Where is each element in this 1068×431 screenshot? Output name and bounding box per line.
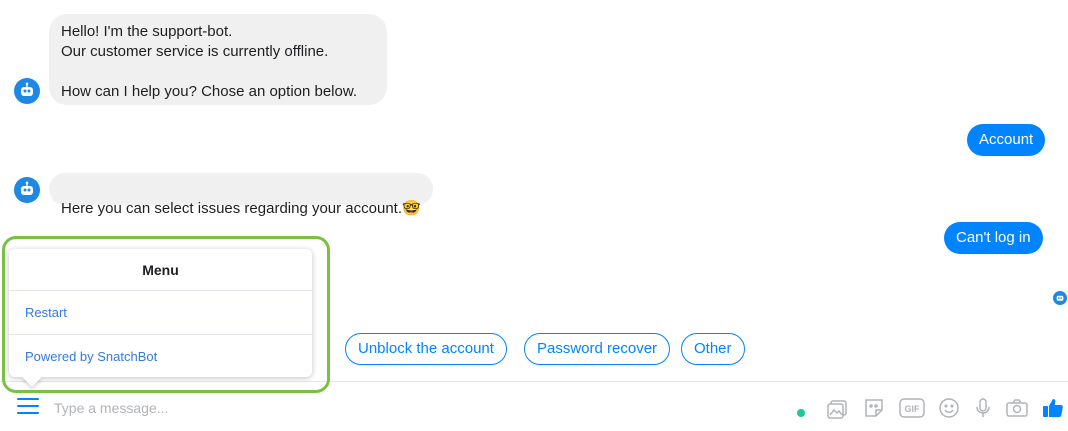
bot-message-greeting: Hello! I'm the support-bot. Our customer… [49,14,387,105]
seen-avatar [1053,291,1067,305]
bot-message-text: Here you can select issues regarding you… [61,200,403,217]
quick-reply-unblock[interactable]: Unblock the account [345,333,507,365]
menu-popover: Menu Restart Powered by SnatchBot [9,249,312,387]
quick-reply-other[interactable]: Other [681,333,745,365]
menu-item-restart[interactable]: Restart [9,291,312,334]
menu-title: Menu [9,249,312,291]
user-message-cant-log-in: Can't log in [944,222,1043,254]
bot-message-account-info: Here you can select issues regarding you… [49,173,433,217]
message-input[interactable] [54,397,654,419]
sticker-icon[interactable] [862,396,886,420]
gif-icon[interactable]: GIF [898,396,926,420]
camera-icon[interactable] [1005,396,1029,420]
nerd-face-emoji: 🤓 [402,200,421,217]
emoji-icon[interactable] [937,396,961,420]
bot-avatar [14,78,40,104]
robot-icon [21,82,33,96]
thumbs-up-icon[interactable] [1041,396,1065,420]
microphone-icon[interactable] [971,396,995,420]
bot-avatar [14,177,40,203]
image-icon[interactable] [826,396,850,420]
menu-icon[interactable] [17,398,39,416]
svg-text:GIF: GIF [905,404,921,414]
robot-icon [1056,295,1064,301]
menu-item-powered-by[interactable]: Powered by SnatchBot [9,334,312,377]
quick-reply-password-recover[interactable]: Password recover [524,333,671,365]
message-composer: GIF [0,381,1068,431]
status-dot [797,409,805,417]
robot-icon [21,181,33,195]
user-message-account: Account [967,124,1046,156]
